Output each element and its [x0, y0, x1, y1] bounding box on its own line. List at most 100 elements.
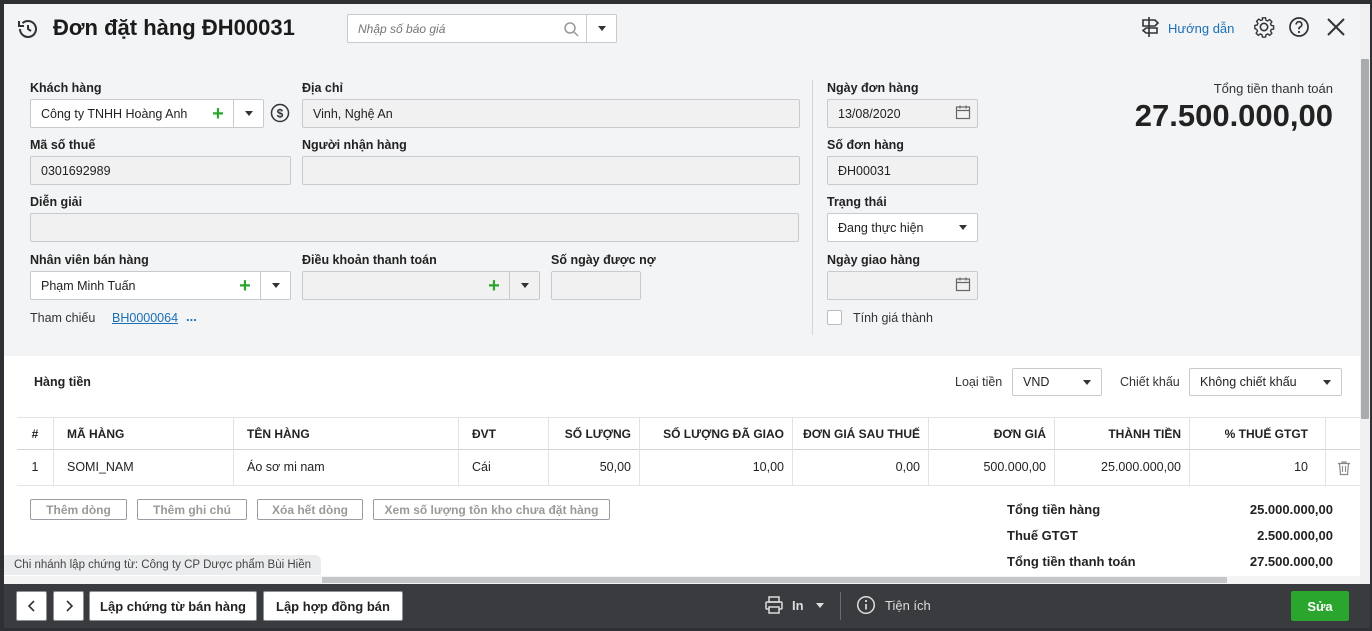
credit-days-field[interactable]: [551, 271, 641, 300]
items-table: # MÃ HÀNG TÊN HÀNG ĐVT SỐ LƯỢNG SỐ LƯỢNG…: [17, 417, 1360, 486]
goods-total-label: Tổng tiền hàng: [1007, 502, 1101, 517]
payment-terms-dropdown-button[interactable]: [509, 272, 539, 299]
total-top-value: 27.500.000,00: [1134, 98, 1333, 133]
delivery-date-field[interactable]: [827, 271, 978, 300]
row-delivered[interactable]: 10,00: [640, 450, 793, 485]
add-salesperson-button[interactable]: +: [230, 276, 260, 296]
chevron-right-icon: [65, 600, 73, 612]
customer-value: Công ty TNHH Hoàng Anh: [41, 106, 188, 121]
salesperson-dropdown-button[interactable]: [260, 272, 290, 299]
quote-search[interactable]: [347, 14, 617, 43]
row-amount[interactable]: 25.000.000,00: [1055, 450, 1190, 485]
trash-icon[interactable]: [1337, 460, 1351, 479]
customer-field[interactable]: Công ty TNHH Hoàng Anh +: [30, 99, 264, 128]
svg-text:$: $: [277, 107, 284, 121]
total-top-label: Tổng tiền thanh toán: [1213, 81, 1333, 96]
payment-terms-field[interactable]: +: [302, 271, 540, 300]
status-select[interactable]: Đang thực hiện: [827, 213, 978, 242]
vertical-scroll-thumb[interactable]: [1361, 59, 1369, 419]
utilities-button[interactable]: Tiện ích: [856, 595, 931, 615]
print-button[interactable]: In: [764, 595, 824, 615]
reference-more-button[interactable]: ...: [186, 309, 197, 324]
row-price-after-tax[interactable]: 0,00: [793, 450, 929, 485]
chevron-down-icon: [959, 225, 967, 230]
delete-all-rows-button[interactable]: Xóa hết dòng: [257, 499, 363, 520]
gear-icon[interactable]: [1253, 16, 1275, 41]
col-price-after-tax: ĐƠN GIÁ SAU THUẾ: [793, 418, 929, 450]
footer-toolbar: Lập chứng từ bán hàng Lập hợp đồng bán I…: [4, 584, 1370, 628]
pay-total-label: Tổng tiền thanh toán: [1007, 554, 1136, 569]
add-customer-button[interactable]: +: [203, 104, 233, 124]
create-sales-contract-button[interactable]: Lập hợp đồng bán: [263, 591, 403, 621]
row-unit[interactable]: Cái: [459, 450, 549, 485]
signpost-icon: [1140, 16, 1160, 41]
table-header: # MÃ HÀNG TÊN HÀNG ĐVT SỐ LƯỢNG SỐ LƯỢNG…: [17, 417, 1360, 450]
row-price[interactable]: 500.000,00: [929, 450, 1055, 485]
col-unit: ĐVT: [459, 418, 549, 450]
address-field[interactable]: Vinh, Nghệ An: [302, 99, 800, 128]
description-field[interactable]: [30, 213, 799, 242]
quote-search-input[interactable]: [348, 15, 556, 42]
add-row-button[interactable]: Thêm dòng: [30, 499, 127, 520]
calendar-icon[interactable]: [955, 276, 971, 295]
vertical-scrollbar[interactable]: [1360, 4, 1370, 584]
order-no-label: Số đơn hàng: [827, 138, 904, 152]
footer-divider: [840, 592, 841, 620]
tax-code-field[interactable]: 0301692989: [30, 156, 291, 185]
customer-dropdown-button[interactable]: [233, 100, 263, 127]
vat-value: 2.500.000,00: [1257, 528, 1333, 543]
table-row[interactable]: 1 SOMI_NAM Áo sơ mi nam Cái 50,00 10,00 …: [17, 450, 1360, 486]
goods-tab[interactable]: Hàng tiền: [34, 375, 91, 389]
status-value: Đang thực hiện: [838, 220, 924, 235]
salesperson-field[interactable]: Phạm Minh Tuấn +: [30, 271, 291, 300]
horizontal-scroll-thumb[interactable]: [322, 577, 1227, 583]
row-qty[interactable]: 50,00: [549, 450, 640, 485]
vertical-divider: [812, 80, 813, 335]
guide-link[interactable]: Hướng dẫn: [1140, 16, 1234, 41]
col-amount: THÀNH TIỀN: [1055, 418, 1190, 450]
col-name: TÊN HÀNG: [234, 418, 459, 450]
dollar-icon[interactable]: $: [270, 103, 290, 126]
chevron-down-icon: [244, 111, 253, 116]
row-code[interactable]: SOMI_NAM: [54, 450, 234, 485]
horizontal-scrollbar[interactable]: [4, 576, 1360, 584]
order-window: Đơn đặt hàng ĐH00031 Hướng dẫn Khách hàn…: [4, 4, 1370, 584]
col-no: #: [17, 418, 54, 450]
plus-icon: +: [212, 102, 224, 125]
tax-code-label: Mã số thuế: [30, 138, 96, 152]
prev-button[interactable]: [16, 591, 47, 621]
add-note-button[interactable]: Thêm ghi chú: [137, 499, 247, 520]
branch-info: Chi nhánh lập chứng từ: Công ty CP Dược …: [4, 555, 321, 575]
calc-cost-checkbox[interactable]: [827, 310, 842, 325]
chevron-left-icon: [27, 600, 35, 612]
discount-value: Không chiết khấu: [1200, 375, 1297, 389]
currency-label: Loại tiền: [955, 375, 1003, 389]
printer-icon: [765, 596, 783, 614]
order-date-field[interactable]: 13/08/2020: [827, 99, 978, 128]
add-payment-terms-button[interactable]: +: [479, 276, 509, 296]
search-icon[interactable]: [556, 21, 586, 37]
discount-select[interactable]: Không chiết khấu: [1189, 368, 1342, 396]
close-icon[interactable]: [1326, 17, 1346, 40]
order-no-field[interactable]: ĐH00031: [827, 156, 978, 185]
history-icon[interactable]: [16, 17, 40, 41]
description-label: Diễn giải: [30, 195, 83, 209]
reference-link[interactable]: BH0000064: [112, 311, 178, 325]
row-vat[interactable]: 10: [1190, 450, 1326, 485]
currency-select[interactable]: VND: [1012, 368, 1102, 396]
quote-dropdown-button[interactable]: [586, 15, 616, 42]
col-code: MÃ HÀNG: [54, 418, 234, 450]
col-delivered: SỐ LƯỢNG ĐÃ GIAO: [640, 418, 793, 450]
row-name[interactable]: Áo sơ mi nam: [234, 450, 459, 485]
salesperson-value: Phạm Minh Tuấn: [41, 278, 136, 293]
col-qty: SỐ LƯỢNG: [549, 418, 640, 450]
calendar-icon[interactable]: [955, 104, 971, 123]
col-vat: % THUẾ GTGT: [1190, 418, 1326, 450]
vat-label: Thuế GTGT: [1007, 528, 1078, 543]
view-stock-button[interactable]: Xem số lượng tồn kho chưa đặt hàng: [373, 499, 610, 520]
edit-button[interactable]: Sửa: [1291, 591, 1349, 621]
receiver-field[interactable]: [302, 156, 800, 185]
create-sales-voucher-button[interactable]: Lập chứng từ bán hàng: [89, 591, 257, 621]
next-button[interactable]: [53, 591, 84, 621]
help-icon[interactable]: [1288, 16, 1310, 41]
